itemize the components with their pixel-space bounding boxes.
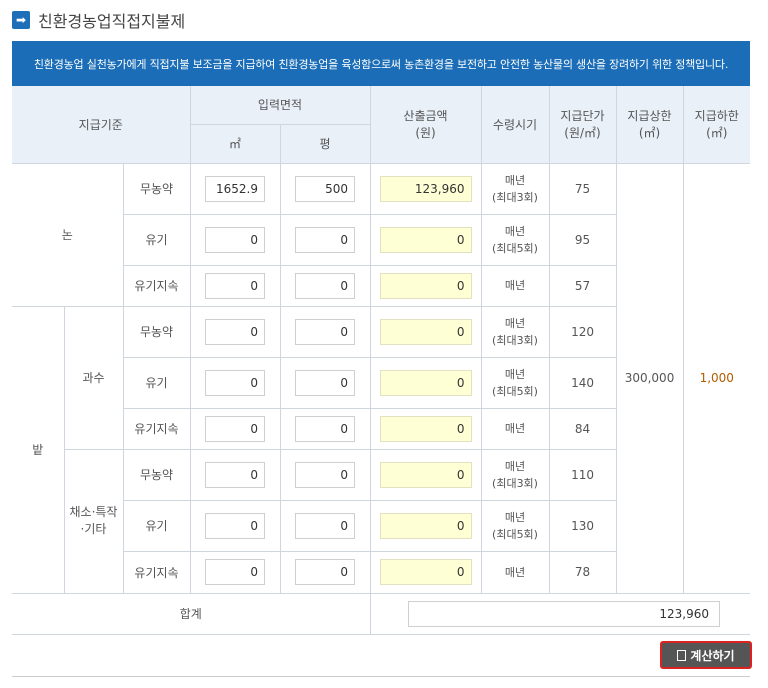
row-type: 유기지속	[123, 407, 191, 450]
row-type: 유기지속	[123, 264, 191, 307]
header-lower-limit: 지급하한 (㎡)	[682, 86, 751, 164]
area-m2-input[interactable]	[205, 226, 265, 253]
amount-output	[379, 369, 472, 396]
unit-price: 110	[548, 448, 617, 501]
area-pyeong-input[interactable]	[295, 415, 355, 442]
area-m2-input[interactable]	[205, 559, 265, 585]
area-m2-input[interactable]	[205, 318, 265, 345]
total-output	[408, 600, 721, 627]
row-type: 유기	[123, 356, 191, 409]
unit-price: 57	[548, 264, 617, 307]
period-cell: 매년 (최대3회)	[480, 162, 550, 215]
header-area: 입력면적	[189, 86, 371, 125]
lower-limit: 1,000	[682, 162, 751, 594]
page-title: ➡ 친환경농업직접지불제	[12, 8, 185, 32]
period-cell: 매년 (최대5회)	[480, 499, 550, 552]
amount-output	[379, 512, 472, 539]
unit-price: 140	[548, 356, 617, 409]
description-banner: 친환경농업 실천농가에게 직접지불 보조금을 지급하여 친환경농업을 육성함으로…	[12, 41, 750, 86]
area-m2-input[interactable]	[205, 461, 265, 488]
header-standard: 지급기준	[12, 86, 191, 164]
total-label: 합계	[12, 592, 371, 635]
period-cell: 매년 (최대3회)	[480, 448, 550, 501]
row-type: 무농약	[122, 162, 191, 215]
unit-price: 75	[548, 162, 617, 215]
area-pyeong-input[interactable]	[295, 559, 355, 585]
amount-output	[379, 461, 472, 488]
row-type: 유기지속	[123, 550, 191, 594]
period-cell: 매년 (최대3회)	[480, 305, 550, 358]
arrow-right-icon: ➡	[12, 11, 30, 29]
row-type: 유기	[123, 499, 191, 552]
area-m2-input[interactable]	[205, 272, 265, 299]
calculate-button[interactable]: 계산하기	[660, 641, 752, 669]
area-m2-input[interactable]	[205, 512, 265, 539]
amount-output	[379, 559, 472, 585]
area-pyeong-input[interactable]	[295, 512, 355, 539]
unit-price: 84	[548, 407, 617, 450]
area-m2-input[interactable]	[205, 415, 265, 442]
amount-output	[379, 272, 472, 299]
header-amount: 산출금액 (원)	[369, 86, 482, 164]
group-orchard: 과수	[63, 305, 124, 450]
amount-output	[379, 415, 472, 442]
header-area-m2: ㎡	[190, 123, 281, 164]
group-paddy: 논	[12, 162, 124, 307]
divider	[12, 676, 750, 677]
area-pyeong-input[interactable]	[295, 226, 355, 253]
header-upper-limit: 지급상한 (㎡)	[615, 86, 684, 164]
group-field: 밭	[12, 305, 65, 594]
calculator-icon	[677, 649, 687, 661]
amount-output	[379, 226, 472, 253]
area-m2-input[interactable]	[205, 369, 265, 396]
row-type: 무농약	[122, 448, 191, 501]
header-unit-price: 지급단가 (원/㎡)	[548, 86, 617, 164]
period-cell: 매년	[480, 407, 550, 450]
period-cell: 매년 (최대5회)	[480, 213, 550, 266]
header-period: 수령시기	[480, 86, 550, 164]
period-cell: 매년	[480, 264, 550, 307]
group-vegetable: 채소·특작·기타	[64, 448, 124, 594]
area-pyeong-input[interactable]	[295, 318, 355, 345]
unit-price: 95	[548, 213, 617, 266]
area-pyeong-input[interactable]	[295, 175, 355, 202]
unit-price: 78	[548, 550, 617, 594]
upper-limit: 300,000	[615, 162, 684, 594]
area-pyeong-input[interactable]	[295, 369, 355, 396]
unit-price: 130	[548, 499, 617, 552]
period-cell: 매년	[480, 550, 550, 594]
period-cell: 매년 (최대5회)	[480, 356, 550, 409]
row-type: 유기	[123, 213, 191, 266]
amount-output	[379, 175, 472, 202]
unit-price: 120	[548, 305, 617, 358]
page-title-text: 친환경농업직접지불제	[38, 12, 186, 31]
area-m2-input[interactable]	[205, 175, 265, 202]
area-pyeong-input[interactable]	[295, 272, 355, 299]
payment-table: 지급기준 입력면적 산출금액 (원) 수령시기 지급단가 (원/㎡) 지급상한 (㎡)…	[12, 86, 751, 635]
calculate-button-label: 계산하기	[690, 648, 735, 663]
area-pyeong-input[interactable]	[295, 461, 355, 488]
row-type: 무농약	[122, 305, 191, 358]
amount-output	[379, 318, 472, 345]
header-area-pyeong: 평	[279, 123, 371, 164]
